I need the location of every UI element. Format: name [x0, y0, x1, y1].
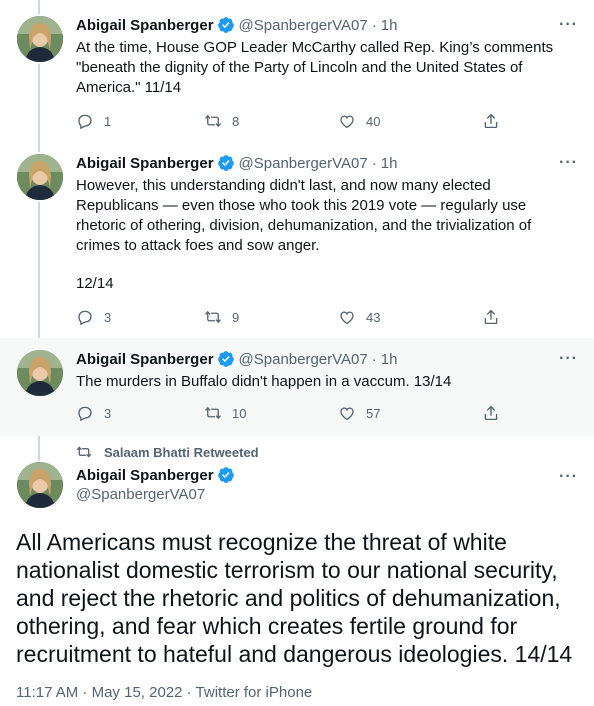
retweet-icon: [205, 115, 221, 127]
retweet-count: 8: [232, 113, 240, 129]
like-count: 57: [366, 405, 381, 421]
author-handle[interactable]: @SpanbergerVA07: [239, 17, 368, 34]
like-icon: [340, 407, 354, 421]
tweet-header: Abigail Spanberger @SpanbergerVA07 · 1h: [76, 350, 397, 368]
more-icon[interactable]: ···: [559, 154, 578, 172]
avatar[interactable]: [17, 154, 63, 200]
share-button[interactable]: [482, 112, 510, 130]
reply-button[interactable]: 3: [76, 308, 111, 326]
tweet-header: Abigail Spanberger @SpanbergerVA07 · 1h: [76, 154, 397, 172]
tweet-text-count: 12/14: [76, 275, 114, 292]
separator-dot: ·: [371, 16, 377, 34]
tweet-text: However, this understanding didn't last,…: [76, 177, 532, 254]
retweeted-icon: [77, 446, 91, 458]
tweet-text: At the time, House GOP Leader McCarthy c…: [76, 39, 554, 96]
main-avatar[interactable]: [17, 462, 63, 508]
like-icon: [340, 115, 354, 129]
retweet-count: 9: [232, 309, 240, 325]
like-count: 43: [366, 309, 381, 325]
reply-button[interactable]: 1: [76, 112, 111, 130]
retweet-button[interactable]: 9: [204, 308, 239, 326]
retweet-icon: [205, 311, 221, 323]
retweeted-label: Salaam Bhatti Retweeted: [104, 444, 259, 460]
reply-count: 3: [104, 405, 112, 421]
verified-icon: [217, 351, 234, 367]
avatar[interactable]: [17, 16, 63, 62]
author-name[interactable]: Abigail Spanberger: [76, 17, 214, 34]
share-icon: [484, 309, 498, 325]
tweet-13[interactable]: Abigail Spanberger @SpanbergerVA07 · 1h …: [0, 338, 594, 436]
separator-dot: ·: [371, 154, 377, 172]
like-button[interactable]: 43: [338, 308, 380, 326]
main-author-handle[interactable]: @SpanbergerVA07: [76, 486, 205, 503]
main-author: Abigail Spanberger: [76, 466, 239, 484]
share-button[interactable]: [482, 404, 510, 422]
tweet-header: Abigail Spanberger @SpanbergerVA07 · 1h: [76, 16, 397, 34]
timestamp[interactable]: 1h: [381, 155, 398, 172]
retweet-icon: [205, 407, 221, 419]
tweet-text: The murders in Buffalo didn't happen in …: [76, 373, 452, 390]
author-name[interactable]: Abigail Spanberger: [76, 155, 214, 172]
like-button[interactable]: 40: [338, 112, 380, 130]
more-icon[interactable]: ···: [559, 350, 578, 368]
separator-dot: ·: [371, 350, 377, 368]
reply-count: 3: [104, 309, 112, 325]
main-handle-row: @SpanbergerVA07: [76, 486, 205, 503]
reply-button[interactable]: 3: [76, 404, 111, 422]
retweeted-by[interactable]: Salaam Bhatti Retweeted: [76, 444, 259, 460]
verified-icon: [217, 467, 234, 483]
verified-icon: [217, 155, 234, 171]
author-handle[interactable]: @SpanbergerVA07: [239, 351, 368, 368]
tweet-actions: 3 9 43: [76, 308, 516, 328]
share-icon: [484, 113, 498, 129]
tweet-12[interactable]: Abigail Spanberger @SpanbergerVA07 · 1h …: [0, 142, 594, 338]
like-button[interactable]: 57: [338, 404, 380, 422]
tweet-actions: 3 10 57: [76, 404, 516, 424]
like-icon: [340, 311, 354, 325]
reply-count: 1: [104, 113, 112, 129]
retweet-count: 10: [232, 405, 247, 421]
reply-icon: [78, 406, 92, 422]
verified-icon: [217, 17, 234, 33]
share-button[interactable]: [482, 308, 510, 326]
retweet-button[interactable]: 8: [204, 112, 239, 130]
share-icon: [484, 405, 498, 421]
tweet-actions: 1 8 40: [76, 112, 516, 132]
author-name[interactable]: Abigail Spanberger: [76, 351, 214, 368]
reply-icon: [78, 310, 92, 326]
reply-icon: [78, 114, 92, 130]
more-icon[interactable]: ···: [559, 468, 578, 486]
main-author-name[interactable]: Abigail Spanberger: [76, 467, 214, 484]
author-handle[interactable]: @SpanbergerVA07: [239, 155, 368, 172]
more-icon[interactable]: ···: [559, 16, 578, 34]
avatar[interactable]: [17, 350, 63, 396]
retweet-button[interactable]: 10: [204, 404, 246, 422]
timestamp[interactable]: 1h: [381, 351, 398, 368]
tweet-11[interactable]: Abigail Spanberger @SpanbergerVA07 · 1h …: [0, 0, 594, 142]
main-tweet-text: All Americans must recognize the threat …: [16, 529, 573, 667]
timestamp[interactable]: 1h: [381, 17, 398, 34]
tweet-meta[interactable]: 11:17 AM · May 15, 2022 · Twitter for iP…: [16, 684, 312, 701]
like-count: 40: [366, 113, 381, 129]
